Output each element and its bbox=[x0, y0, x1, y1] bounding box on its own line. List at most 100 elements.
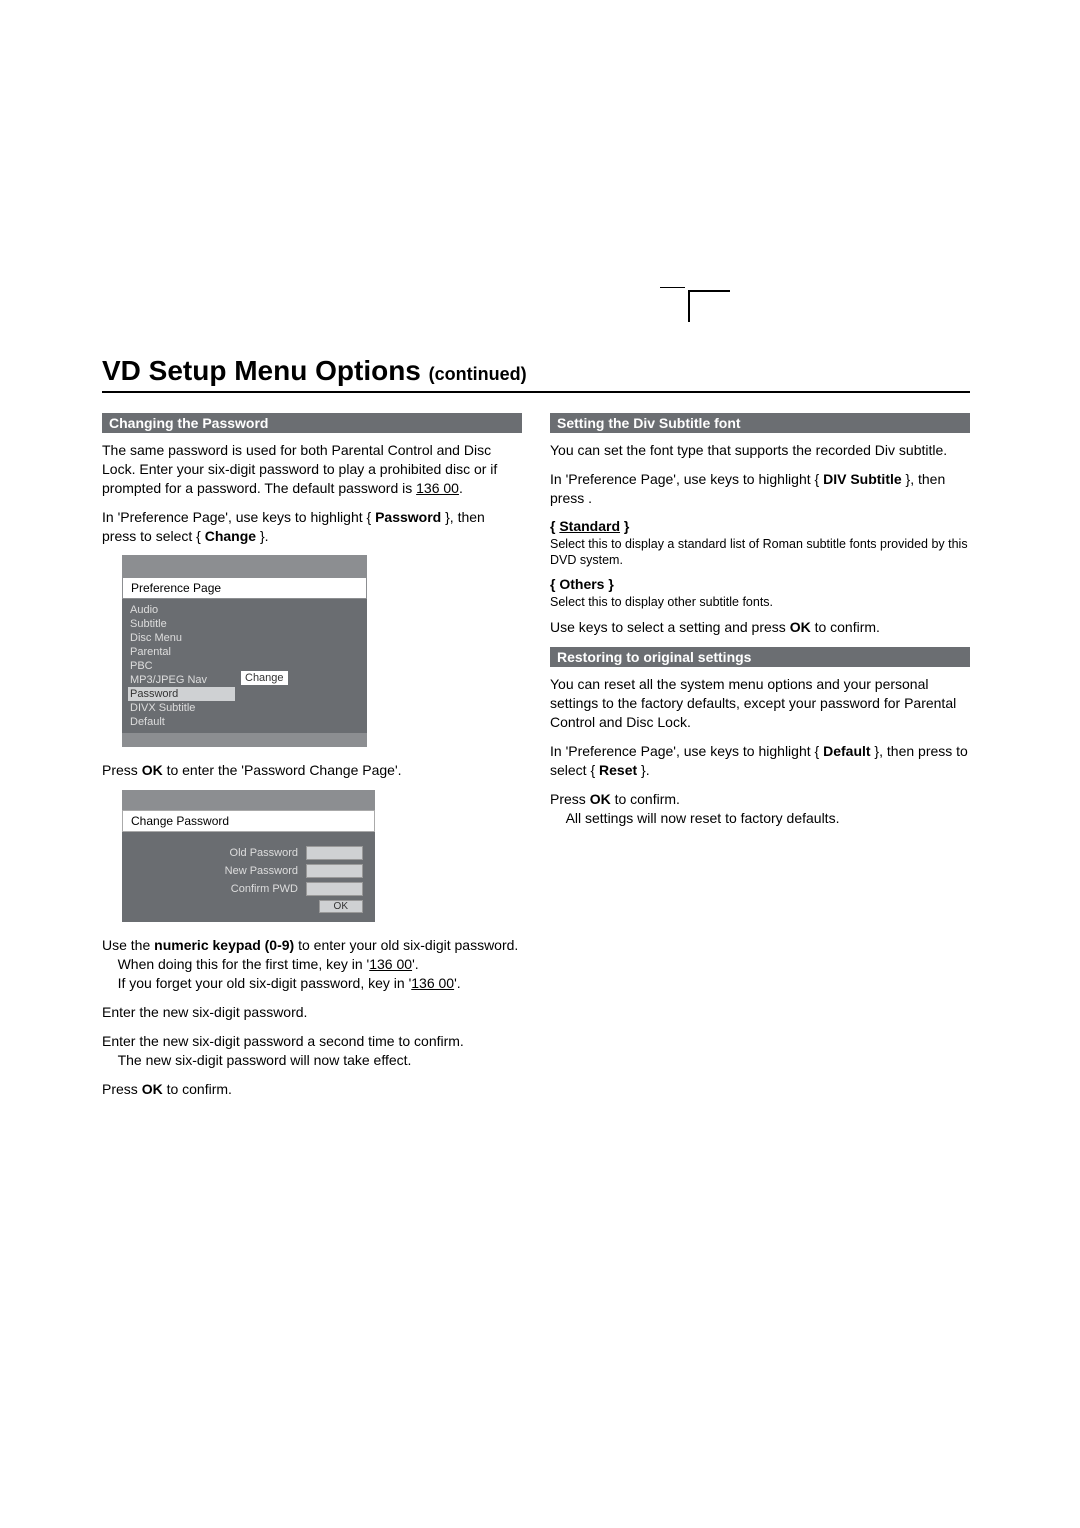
menu-item: PBC bbox=[130, 659, 235, 673]
divx-intro: You can set the font type that supports … bbox=[550, 441, 970, 460]
restore-nav: In 'Preference Page', use keys to highli… bbox=[550, 742, 970, 780]
menu-item: MP3/JPEG Nav bbox=[130, 673, 235, 687]
preference-page-body: Audio Subtitle Disc Menu Parental PBC MP… bbox=[122, 599, 367, 733]
txt: to enter your old six-digit password. bbox=[294, 937, 518, 953]
txt: keys to highlight { bbox=[710, 743, 823, 759]
preference-page-ui: Preference Page Audio Subtitle Disc Menu… bbox=[122, 555, 367, 747]
press-ok-confirm: Press OK to confirm. bbox=[102, 1080, 522, 1099]
old-password-field bbox=[306, 846, 363, 860]
new-password-row: New Password bbox=[134, 864, 363, 878]
txt: . bbox=[459, 480, 463, 496]
txt: Others bbox=[559, 576, 604, 592]
keypad-text: Use the numeric keypad (0-9) to enter yo… bbox=[102, 936, 522, 993]
section-changing-password: Changing the Password bbox=[102, 413, 522, 433]
txt: Use the bbox=[102, 937, 154, 953]
page-title: VD Setup Menu Options (continued) bbox=[102, 355, 970, 387]
restore-confirm: Press OK to confirm. All settings will n… bbox=[550, 790, 970, 828]
section-divx-subtitle: Setting the Div Subtitle font bbox=[550, 413, 970, 433]
new-password-field bbox=[306, 864, 363, 878]
txt: to confirm. bbox=[611, 791, 680, 807]
divx-nav: In 'Preference Page', use keys to highli… bbox=[550, 470, 970, 508]
ui-bottom-bar bbox=[122, 733, 367, 747]
txt: Press bbox=[550, 791, 590, 807]
crop-mark bbox=[688, 290, 730, 322]
txt: 136 00 bbox=[369, 956, 412, 972]
menu-item: Disc Menu bbox=[130, 631, 235, 645]
password-nav: In 'Preference Page', use keys to highli… bbox=[102, 508, 522, 546]
txt: Use bbox=[550, 619, 579, 635]
columns: Changing the Password The same password … bbox=[102, 407, 970, 1109]
menu-item: Parental bbox=[130, 645, 235, 659]
txt: numeric keypad (0-9) bbox=[154, 937, 294, 953]
menu-item: Subtitle bbox=[130, 617, 235, 631]
change-password-title: Change Password bbox=[122, 810, 375, 832]
txt: 136 00 bbox=[411, 975, 454, 991]
press-ok-enter: Press OK to enter the 'Password Change P… bbox=[102, 761, 522, 780]
change-password-ui: Change Password Old Password New Passwor… bbox=[122, 790, 375, 922]
txt: In 'Preference Page', use bbox=[102, 509, 262, 525]
page-content: VD Setup Menu Options (continued) Changi… bbox=[0, 0, 1080, 1109]
txt: The new six-digit password will now take… bbox=[118, 1052, 412, 1068]
change-password-body: Old Password New Password Confirm PWD OK bbox=[122, 832, 375, 922]
confirm-password-label: Confirm PWD bbox=[134, 883, 298, 895]
menu-item-selected: Password bbox=[128, 687, 235, 701]
default-password: 136 00 bbox=[416, 480, 459, 496]
section-restore: Restoring to original settings bbox=[550, 647, 970, 667]
txt: '. bbox=[412, 956, 419, 972]
txt: Password bbox=[375, 509, 441, 525]
divx-confirm: Use keys to select a setting and press O… bbox=[550, 618, 970, 637]
txt: OK bbox=[790, 619, 811, 635]
new-password-label: New Password bbox=[134, 865, 298, 877]
confirm-password-row: Confirm PWD bbox=[134, 882, 363, 896]
standard-option: { Standard } bbox=[550, 518, 970, 534]
menu-item: Default bbox=[130, 715, 235, 729]
txt: keys to highlight { bbox=[710, 471, 823, 487]
txt: All settings will now reset to factory d… bbox=[566, 810, 840, 826]
txt: Reset bbox=[599, 762, 637, 778]
txt: Press bbox=[102, 762, 142, 778]
txt: When doing this for the first time, key … bbox=[118, 956, 370, 972]
menu-item: DIVX Subtitle bbox=[130, 701, 235, 715]
restore-intro: You can reset all the system menu option… bbox=[550, 675, 970, 732]
txt: In 'Preference Page', use bbox=[550, 471, 710, 487]
txt: to confirm. bbox=[163, 1081, 232, 1097]
txt: keys to select a setting and press bbox=[579, 619, 790, 635]
txt: '. bbox=[454, 975, 461, 991]
txt: DIV Subtitle bbox=[823, 471, 902, 487]
standard-option-desc: Select this to display a standard list o… bbox=[550, 536, 970, 569]
txt: If you forget your old six-digit passwor… bbox=[118, 975, 412, 991]
password-intro: The same password is used for both Paren… bbox=[102, 441, 522, 498]
menu-item: Audio bbox=[130, 603, 235, 617]
txt: }. bbox=[256, 528, 268, 544]
left-column: Changing the Password The same password … bbox=[102, 407, 522, 1109]
right-column: Setting the Div Subtitle font You can se… bbox=[550, 407, 970, 1109]
old-password-label: Old Password bbox=[134, 847, 298, 859]
ok-button-row: OK bbox=[134, 900, 363, 912]
ui-top-bar bbox=[122, 790, 375, 810]
confirm-password-field bbox=[306, 882, 363, 896]
others-option: { Others } bbox=[550, 576, 970, 592]
others-option-desc: Select this to display other subtitle fo… bbox=[550, 594, 970, 610]
txt: Press bbox=[102, 1081, 142, 1097]
txt: Default bbox=[823, 743, 870, 759]
ui-icons-bar bbox=[122, 555, 367, 577]
txt: to enter the 'Password Change Page'. bbox=[163, 762, 402, 778]
txt: Change bbox=[205, 528, 256, 544]
old-password-row: Old Password bbox=[134, 846, 363, 860]
txt: to confirm. bbox=[811, 619, 880, 635]
txt: }. bbox=[637, 762, 649, 778]
txt: OK bbox=[590, 791, 611, 807]
ok-button: OK bbox=[319, 900, 363, 913]
txt: In 'Preference Page', use bbox=[550, 743, 710, 759]
confirm-new-pw: Enter the new six-digit password a secon… bbox=[102, 1032, 522, 1070]
txt: OK bbox=[142, 762, 163, 778]
change-option: Change bbox=[241, 671, 288, 685]
preference-right-panel: Change bbox=[235, 599, 367, 733]
txt: Standard bbox=[559, 518, 620, 534]
preference-menu: Audio Subtitle Disc Menu Parental PBC MP… bbox=[122, 599, 235, 733]
enter-new-pw: Enter the new six-digit password. bbox=[102, 1003, 522, 1022]
txt: Enter the new six-digit password a secon… bbox=[102, 1033, 464, 1049]
page-title-suffix: (continued) bbox=[429, 364, 527, 384]
page-title-text: VD Setup Menu Options bbox=[102, 355, 421, 386]
txt: keys to highlight { bbox=[262, 509, 375, 525]
